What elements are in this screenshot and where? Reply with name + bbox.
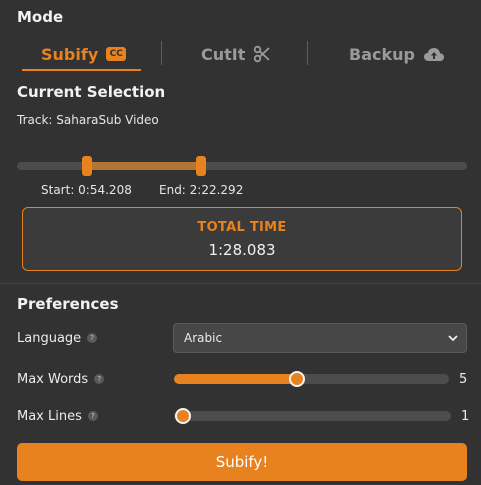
timeline-range-fill (87, 162, 201, 170)
tab-cutit-label: CutIt (201, 44, 246, 64)
chevron-down-icon (448, 331, 458, 345)
help-icon[interactable]: ? (94, 374, 105, 384)
max-words-label: Max Words ? (17, 371, 105, 387)
preferences-title: Preferences (17, 295, 119, 313)
tab-subify[interactable]: Subify CC (41, 43, 127, 65)
cc-icon: CC (106, 47, 127, 61)
end-handle[interactable] (196, 156, 206, 176)
cloud-upload-icon (423, 46, 445, 62)
start-handle[interactable] (82, 156, 92, 176)
max-lines-slider-track[interactable] (174, 411, 451, 421)
language-label-text: Language (17, 330, 82, 346)
total-time-card: TOTAL TIME 1:28.083 (22, 207, 462, 271)
tab-backup-label: Backup (349, 44, 415, 64)
track-name: Track: SaharaSub Video (17, 113, 159, 127)
start-time-label: Start: 0:54.208 (41, 183, 132, 197)
max-lines-label-text: Max Lines (17, 408, 82, 424)
tab-subify-label: Subify (41, 44, 99, 64)
total-time-value: 1:28.083 (208, 240, 276, 259)
max-lines-slider-thumb[interactable] (175, 408, 191, 424)
total-time-label: TOTAL TIME (197, 219, 287, 235)
help-icon[interactable]: ? (87, 333, 98, 343)
tab-cutit[interactable]: CutIt (201, 43, 271, 65)
max-lines-value: 1 (461, 409, 470, 424)
section-divider (0, 283, 481, 284)
tab-backup[interactable]: Backup (349, 43, 445, 65)
tab-separator (161, 41, 162, 65)
subify-button[interactable]: Subify! (17, 443, 467, 481)
active-tab-indicator (22, 69, 141, 71)
max-words-label-text: Max Words (17, 371, 89, 387)
help-icon[interactable]: ? (87, 411, 98, 421)
mode-title: Mode (17, 8, 64, 26)
max-lines-label: Max Lines ? (17, 408, 98, 424)
current-selection-title: Current Selection (17, 83, 166, 101)
end-time-label: End: 2:22.292 (159, 183, 244, 197)
language-label: Language ? (17, 330, 98, 346)
max-words-value: 5 (459, 372, 468, 387)
language-select[interactable]: Arabic (173, 323, 467, 353)
max-words-slider-fill (174, 374, 297, 384)
tab-separator (307, 41, 308, 65)
scissors-icon (253, 45, 271, 63)
max-words-slider-thumb[interactable] (289, 371, 305, 387)
language-select-value: Arabic (184, 331, 223, 345)
